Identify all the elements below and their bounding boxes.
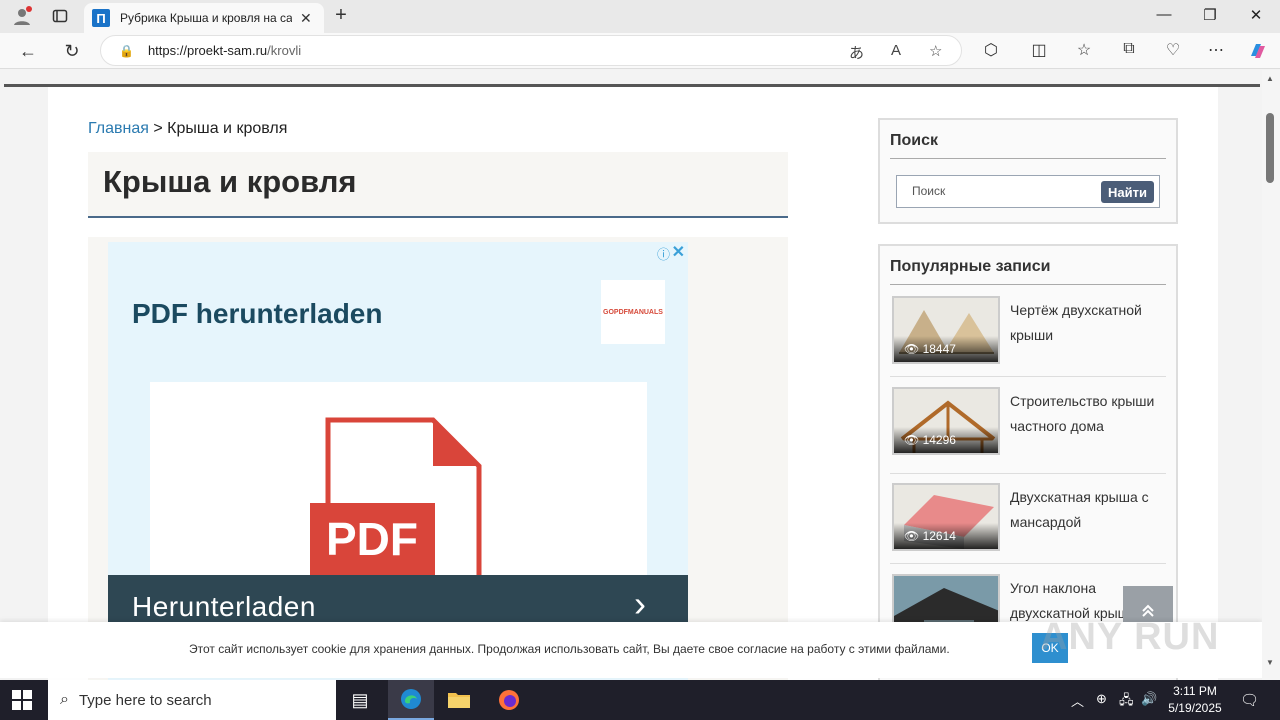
clock-date: 5/19/2025 <box>1168 701 1222 715</box>
copilot-icon[interactable] <box>1246 40 1270 67</box>
windows-start-icon[interactable] <box>12 690 32 710</box>
restore-icon[interactable]: ❐ <box>1200 6 1220 24</box>
firefox-icon[interactable] <box>486 680 532 720</box>
taskbar-search-box[interactable]: ⌕ Type here to search <box>48 680 336 720</box>
cookie-text: Этот сайт использует cookie для хранения… <box>189 642 950 656</box>
browser-essentials-icon[interactable]: ♡ <box>1161 40 1185 60</box>
tray-overflow-icon[interactable]: ︿ <box>1071 691 1084 710</box>
ad-close-icon[interactable]: ✕ <box>672 242 685 262</box>
popular-item[interactable]: 👁 18447 Чертёж двухскатной крыши <box>890 296 1166 377</box>
search-widget: Поиск Поиск Найти <box>878 118 1178 224</box>
scroll-up-icon[interactable]: ▲ <box>1266 74 1274 83</box>
page-title: Крыша и кровля <box>103 164 357 199</box>
lock-icon: 🔒 <box>119 43 134 58</box>
url-host: https://proekt-sam.ru <box>147 43 268 58</box>
browser-tab-bar: П Рубрика Крыша и кровля на са ✕ + — ❐ ✕ <box>0 0 1280 33</box>
edge-taskbar-icon[interactable] <box>388 680 434 720</box>
watermark: ANY RUN <box>1040 616 1220 658</box>
scrollbar-thumb[interactable] <box>1266 113 1274 183</box>
page-title-box: Крыша и кровля <box>88 152 788 218</box>
popular-item[interactable]: 👁 12614 Двухскатная крыша с мансардой <box>890 483 1166 564</box>
split-screen-icon[interactable]: ◫ <box>1027 40 1051 60</box>
url-path: /krovli <box>267 43 302 58</box>
popular-item-label[interactable]: Двухскатная крыша с мансардой <box>1010 485 1160 535</box>
window-close-icon[interactable]: ✕ <box>1246 6 1266 24</box>
advertisement[interactable]: ⓘ ✕ PDF herunterladen GOPDFMANUALS PDF H… <box>108 242 688 680</box>
web-page: Главная > Крыша и кровля Крыша и кровля … <box>0 70 1262 680</box>
search-button[interactable]: Найти <box>1101 181 1154 203</box>
browser-toolbar: ← ↻ 🔒 https://proekt-sam.ru/krovli あ A ☆… <box>0 33 1280 69</box>
chevron-right-icon: › <box>634 583 646 624</box>
taskbar-clock[interactable]: 3:11 PM 5/19/2025 <box>1162 683 1228 717</box>
search-widget-title: Поиск <box>890 132 1166 159</box>
ad-image-card: PDF <box>150 382 647 600</box>
refresh-icon[interactable]: ↻ <box>59 39 85 63</box>
back-icon[interactable]: ← <box>15 39 41 63</box>
popular-item[interactable]: 👁 14296 Строительство крыши частного дом… <box>890 387 1166 474</box>
scroll-down-icon[interactable]: ▼ <box>1266 658 1274 667</box>
popular-thumbnail[interactable]: 👁 12614 <box>892 483 1000 551</box>
favorites-icon[interactable]: ☆ <box>1072 40 1096 60</box>
pdf-label: PDF <box>326 513 418 565</box>
search-input[interactable]: Поиск Найти <box>896 175 1160 208</box>
windows-taskbar: ⌕ Type here to search ▤ ︿ ⊕ 🖧 🔊 3:11 PM … <box>0 680 1280 720</box>
read-aloud-icon[interactable]: A <box>891 42 901 59</box>
popular-thumbnail[interactable]: 👁 14296 <box>892 387 1000 455</box>
tab-title: Рубрика Крыша и кровля на са <box>120 11 292 25</box>
collections-icon[interactable]: ⧉ <box>1117 40 1141 58</box>
clock-time: 3:11 PM <box>1173 684 1217 698</box>
task-view-icon[interactable]: ▤ <box>337 680 383 720</box>
breadcrumb-current: Крыша и кровля <box>167 120 288 137</box>
view-count: 👁 14296 <box>904 433 956 447</box>
ad-cta-label: Herunterladen <box>132 591 316 622</box>
profile-icon[interactable] <box>10 5 34 27</box>
search-placeholder: Поиск <box>912 184 946 198</box>
network-icon[interactable]: 🖧 <box>1119 691 1134 713</box>
tab-actions-icon[interactable] <box>48 5 72 27</box>
view-count: 👁 12614 <box>904 529 956 543</box>
popular-item-label[interactable]: Строительство крыши частного дома <box>1010 389 1160 439</box>
popular-thumbnail[interactable]: 👁 18447 <box>892 296 1000 364</box>
breadcrumb-home-link[interactable]: Главная <box>88 120 149 137</box>
favorite-star-icon[interactable]: ☆ <box>929 42 942 60</box>
breadcrumb: Главная > Крыша и кровля <box>88 120 287 138</box>
ad-logo: GOPDFMANUALS <box>601 280 665 344</box>
page-scrollbar[interactable]: ▲ ▼ <box>1262 70 1280 680</box>
volume-icon[interactable]: 🔊 <box>1141 691 1157 707</box>
tab-active[interactable]: П Рубрика Крыша и кровля на са ✕ <box>84 3 324 33</box>
search-icon: ⌕ <box>60 691 69 708</box>
tab-close-icon[interactable]: ✕ <box>300 10 312 27</box>
ad-headline[interactable]: PDF herunterladen <box>132 298 382 330</box>
new-tab-icon[interactable]: + <box>330 4 352 27</box>
extensions-icon[interactable]: ⬡ <box>979 40 1003 60</box>
popular-item-label[interactable]: Чертёж двухскатной крыши <box>1010 298 1160 348</box>
pdf-file-icon: PDF <box>310 417 482 600</box>
more-menu-icon[interactable]: ⋯ <box>1204 40 1228 60</box>
view-count: 👁 18447 <box>904 342 956 356</box>
notifications-icon[interactable]: 🗨 <box>1240 691 1259 709</box>
ad-info-icon[interactable]: ⓘ <box>657 244 670 263</box>
translate-icon[interactable]: あ <box>849 42 864 63</box>
content-container: Главная > Крыша и кровля Крыша и кровля … <box>48 87 1218 680</box>
breadcrumb-separator: > <box>153 120 163 137</box>
file-explorer-icon[interactable] <box>436 680 482 720</box>
site-favicon-icon: П <box>92 9 110 27</box>
taskbar-search-placeholder: Type here to search <box>78 691 212 709</box>
popular-widget-title: Популярные записи <box>890 258 1166 285</box>
tray-device-icon[interactable]: ⊕ <box>1096 691 1107 707</box>
address-bar[interactable]: 🔒 https://proekt-sam.ru/krovli あ A ☆ <box>100 35 962 66</box>
minimize-icon[interactable]: — <box>1154 6 1174 23</box>
